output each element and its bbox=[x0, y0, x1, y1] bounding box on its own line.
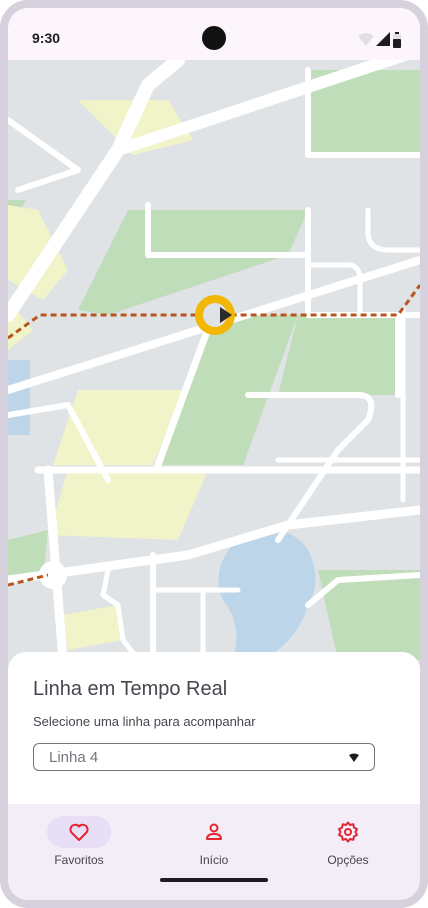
line-selector-sheet: Linha em Tempo Real Selecione uma linha … bbox=[8, 652, 420, 804]
chevron-down-icon bbox=[349, 753, 359, 762]
status-bar: 9:30 bbox=[8, 8, 420, 60]
battery-icon bbox=[393, 32, 401, 48]
bus-location-marker bbox=[195, 295, 235, 335]
gear-icon bbox=[338, 821, 358, 843]
status-time: 9:30 bbox=[32, 30, 61, 46]
bottom-navigation: Favoritos Início Opções bbox=[8, 804, 420, 900]
sheet-title: Linha em Tempo Real bbox=[33, 678, 228, 700]
line-select-value: Linha 4 bbox=[49, 749, 99, 766]
sheet-subtitle: Selecione uma linha para acompanhar bbox=[33, 714, 256, 729]
nav-label-opcoes: Opções bbox=[327, 853, 369, 867]
home-indicator[interactable] bbox=[160, 878, 268, 882]
status-icons bbox=[358, 32, 401, 48]
nav-item-favoritos[interactable]: Favoritos bbox=[29, 816, 129, 876]
map-view[interactable] bbox=[8, 60, 420, 672]
screen: 9:30 Linha em Tempo Real Selecione uma l… bbox=[8, 8, 420, 900]
nav-label-favoritos: Favoritos bbox=[54, 853, 104, 867]
device-frame: 9:30 Linha em Tempo Real Selecione uma l… bbox=[0, 0, 428, 908]
signal-icon bbox=[376, 32, 390, 46]
person-icon bbox=[206, 823, 222, 840]
camera-cutout bbox=[202, 26, 226, 50]
heart-icon bbox=[69, 823, 89, 841]
nav-label-inicio: Início bbox=[199, 853, 229, 867]
line-select[interactable]: Linha 4 bbox=[33, 743, 375, 771]
nav-item-opcoes[interactable]: Opções bbox=[298, 816, 398, 876]
roundabout bbox=[39, 561, 67, 589]
wifi-icon bbox=[358, 33, 374, 46]
map-canvas bbox=[8, 60, 420, 672]
nav-item-inicio[interactable]: Início bbox=[164, 816, 264, 876]
